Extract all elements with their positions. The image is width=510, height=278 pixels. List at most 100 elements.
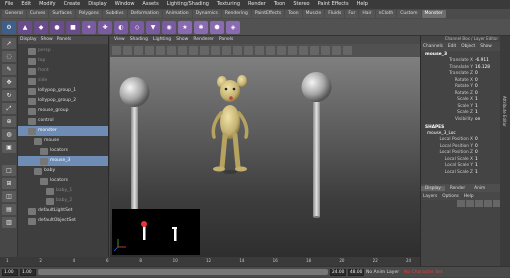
shelf-tab-fur[interactable]: Fur bbox=[345, 10, 359, 18]
select-tool-icon[interactable]: ➚ bbox=[2, 38, 16, 49]
menu-assets[interactable]: Assets bbox=[139, 0, 161, 9]
dof-icon[interactable] bbox=[343, 46, 352, 55]
menu-modify[interactable]: Modify bbox=[36, 0, 59, 9]
viewport-menu-renderer[interactable]: Renderer bbox=[193, 36, 214, 44]
outliner-item[interactable]: baby_2 bbox=[18, 196, 108, 206]
outliner-item[interactable]: control bbox=[18, 116, 108, 126]
viewport-menu-shading[interactable]: Shading bbox=[130, 36, 148, 44]
outliner-menu-panels[interactable]: Panels bbox=[57, 36, 71, 44]
shelf-tab-surfaces[interactable]: Surfaces bbox=[49, 10, 75, 18]
layout-outliner-icon[interactable]: ▤ bbox=[2, 204, 16, 215]
camera-attr-icon[interactable] bbox=[123, 46, 132, 55]
shelf-tab-muscle[interactable]: Muscle bbox=[302, 10, 325, 18]
resolution-gate-icon[interactable] bbox=[178, 46, 187, 55]
safe-action-icon[interactable] bbox=[211, 46, 220, 55]
outliner-item[interactable]: defaultLightSet bbox=[18, 206, 108, 216]
anim-layer-label[interactable]: No Anim Layer bbox=[366, 267, 402, 278]
shelf-tool-icon-1[interactable]: ▲ bbox=[18, 20, 32, 34]
playback-end-field[interactable]: 24.00 bbox=[330, 268, 346, 276]
shelf-tool-icon-2[interactable]: ◆ bbox=[34, 20, 48, 34]
shelf-tab-fluids[interactable]: Fluids bbox=[325, 10, 345, 18]
soft-mod-icon[interactable]: ◍ bbox=[2, 129, 16, 140]
shelf-tab-custom[interactable]: Custom bbox=[397, 10, 421, 18]
outliner-menu-show[interactable]: Show bbox=[41, 36, 53, 44]
field-chart-icon[interactable] bbox=[200, 46, 209, 55]
channel-value[interactable]: on bbox=[475, 117, 497, 124]
shelf-tool-icon-5[interactable]: ✦ bbox=[82, 20, 96, 34]
isolate-icon[interactable] bbox=[299, 46, 308, 55]
layer-down-icon[interactable] bbox=[466, 200, 474, 207]
paint-select-icon[interactable]: ✎ bbox=[2, 64, 16, 75]
outliner-item[interactable]: baby bbox=[18, 166, 108, 176]
menu-create[interactable]: Create bbox=[61, 0, 84, 9]
shelf-tool-icon-11[interactable]: ★ bbox=[178, 20, 192, 34]
textured-icon[interactable] bbox=[255, 46, 264, 55]
menu-lighting-shading[interactable]: Lighting/Shading bbox=[164, 0, 212, 9]
outliner-item[interactable]: locators bbox=[18, 176, 108, 186]
move-tool-icon[interactable]: ✥ bbox=[2, 77, 16, 88]
channelbox-menu-object[interactable]: Object bbox=[461, 44, 475, 49]
layer-menu-help[interactable]: Help bbox=[464, 194, 474, 199]
shelf-tab-polygons[interactable]: Polygons bbox=[75, 10, 102, 18]
lollypop-left[interactable] bbox=[119, 77, 150, 228]
image-plane-icon[interactable] bbox=[145, 46, 154, 55]
shelf-tool-icon-8[interactable]: ◇ bbox=[130, 20, 144, 34]
mouse-character[interactable] bbox=[211, 75, 249, 174]
start-time-field[interactable]: 1.00 bbox=[2, 268, 18, 276]
channel-row[interactable]: Visibility on bbox=[421, 117, 500, 124]
layer-new-icon[interactable] bbox=[475, 200, 483, 207]
outliner-item[interactable]: defaultObjectSet bbox=[18, 216, 108, 226]
last-tool-icon[interactable]: ▣ bbox=[2, 142, 16, 153]
film-gate-icon[interactable] bbox=[167, 46, 176, 55]
character-set-label[interactable]: No Character Set bbox=[404, 267, 444, 278]
shelf-tool-icon-13[interactable]: ⬢ bbox=[210, 20, 224, 34]
time-slider[interactable]: 1 2 4 6 8 10 12 14 16 18 20 22 24 bbox=[0, 257, 420, 266]
shelf-tab-general[interactable]: General bbox=[2, 10, 26, 18]
shelf-tab-monster[interactable]: Monster bbox=[421, 10, 446, 18]
layer-menu-options[interactable]: Options bbox=[442, 194, 459, 199]
outliner-item[interactable]: baby_1 bbox=[18, 186, 108, 196]
rotate-tool-icon[interactable]: ↻ bbox=[2, 90, 16, 101]
wireframe-icon[interactable] bbox=[222, 46, 231, 55]
gate-mask-icon[interactable] bbox=[189, 46, 198, 55]
hq-render-icon[interactable] bbox=[310, 46, 319, 55]
outliner-item[interactable]: mouse_group bbox=[18, 106, 108, 116]
channelbox-object-name[interactable]: mouse_3 bbox=[421, 51, 500, 58]
menu-window[interactable]: Window bbox=[112, 0, 138, 9]
shadows-icon[interactable] bbox=[277, 46, 286, 55]
shelf-tool-icon-12[interactable]: ✱ bbox=[194, 20, 208, 34]
layout-two-icon[interactable]: ◫ bbox=[2, 191, 16, 202]
channel-value[interactable]: 1 bbox=[475, 170, 497, 177]
outliner-item[interactable]: mouse bbox=[18, 136, 108, 146]
menu-stereo[interactable]: Stereo bbox=[290, 0, 312, 9]
layer-tab-render[interactable]: Render bbox=[446, 186, 469, 191]
3d-viewport[interactable] bbox=[110, 57, 420, 257]
lights-icon[interactable] bbox=[266, 46, 275, 55]
outliner-item[interactable]: lollypop_group_2 bbox=[18, 96, 108, 106]
shaded-wire-icon[interactable] bbox=[244, 46, 253, 55]
lasso-tool-icon[interactable]: ◌ bbox=[2, 51, 16, 62]
layer-tab-anim[interactable]: Anim bbox=[470, 186, 489, 191]
shelf-tab-dynamics[interactable]: Dynamics bbox=[192, 10, 221, 18]
smooth-shade-icon[interactable] bbox=[233, 46, 242, 55]
manip-tool-icon[interactable]: ⊕ bbox=[2, 116, 16, 127]
channelbox-menu-edit[interactable]: Edit bbox=[448, 44, 456, 49]
outliner-item[interactable]: side bbox=[18, 76, 108, 86]
menu-render[interactable]: Render bbox=[245, 0, 269, 9]
shelf-tab-subdivs[interactable]: Subdivs bbox=[102, 10, 127, 18]
viewport-menu-lighting[interactable]: Lighting bbox=[153, 36, 171, 44]
outliner-item[interactable]: monster bbox=[18, 126, 108, 136]
lollypop-right[interactable] bbox=[301, 72, 332, 218]
shelf-tab-rendering[interactable]: Rendering bbox=[221, 10, 251, 18]
shelf-tab-toon[interactable]: Toon bbox=[285, 10, 302, 18]
shelf-tool-icon-9[interactable]: ▼ bbox=[146, 20, 160, 34]
channelbox-menu-show[interactable]: Show bbox=[480, 44, 492, 49]
range-slider[interactable] bbox=[38, 269, 328, 275]
viewport-menu-show[interactable]: Show bbox=[176, 36, 188, 44]
shelf-tool-icon-14[interactable]: ◈ bbox=[226, 20, 240, 34]
shelf-tool-icon-7[interactable]: ◐ bbox=[114, 20, 128, 34]
shelf-tool-icon-3[interactable]: ● bbox=[50, 20, 64, 34]
menu-texturing[interactable]: Texturing bbox=[214, 0, 243, 9]
layer-up-icon[interactable] bbox=[457, 200, 465, 207]
ao-icon[interactable] bbox=[321, 46, 330, 55]
